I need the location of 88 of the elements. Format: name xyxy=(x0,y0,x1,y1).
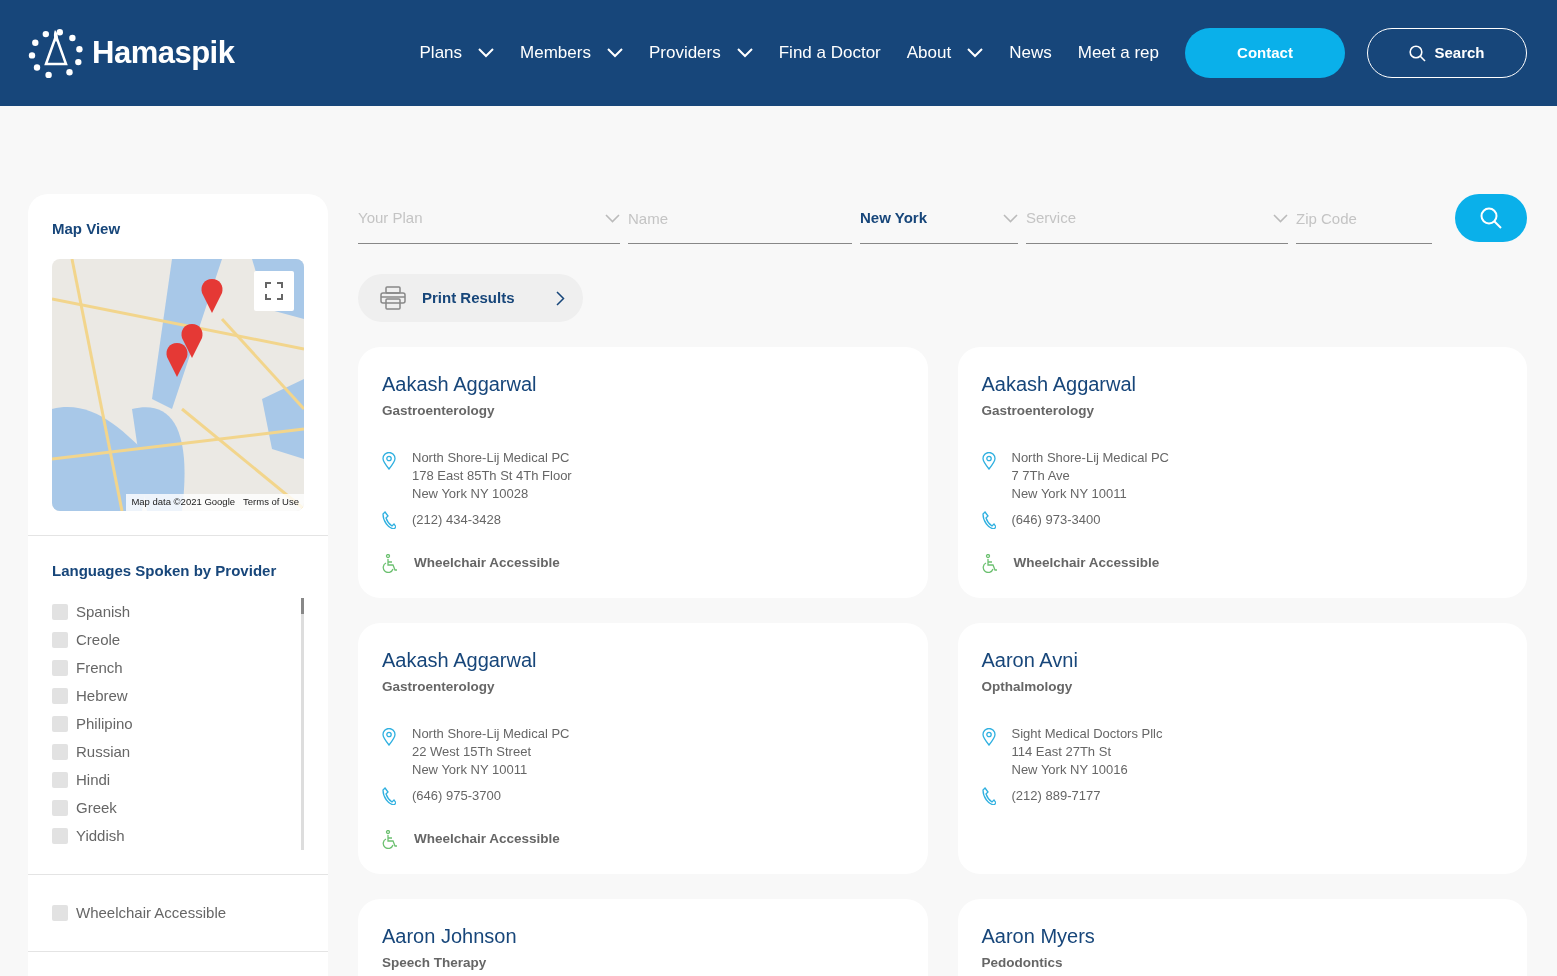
printer-icon xyxy=(380,286,406,310)
checkbox-option[interactable]: French xyxy=(52,654,304,682)
section-title: Languages Spoken by Provider xyxy=(52,560,278,581)
accessibility-label: Wheelchair Accessible xyxy=(1013,554,1160,573)
nav-item[interactable]: Members xyxy=(520,40,623,66)
chevron-right-icon xyxy=(556,290,565,306)
terms-link[interactable]: Terms of Use xyxy=(243,495,299,510)
nav-item[interactable]: News xyxy=(1009,40,1052,66)
wheelchair-icon xyxy=(382,553,398,573)
checkbox[interactable] xyxy=(52,632,68,648)
search-icon xyxy=(1409,44,1427,62)
address-line: New York NY 10016 xyxy=(1011,761,1129,780)
provider-name[interactable]: Aakash Aggarwal xyxy=(981,369,1503,399)
wheelchair-icon xyxy=(382,829,398,849)
phone-icon xyxy=(382,787,396,806)
address-line: New York NY 10011 xyxy=(1011,485,1128,504)
checkbox[interactable] xyxy=(52,772,68,788)
address-line: 22 West 15Th Street xyxy=(412,743,532,762)
search-button[interactable]: Search xyxy=(1367,28,1527,78)
location-icon xyxy=(981,728,996,747)
provider-specialty: Pedodontics xyxy=(981,954,1064,972)
provider-specialty: Gastroenterology xyxy=(382,402,496,420)
accessibility-label: Wheelchair Accessible xyxy=(414,554,560,573)
provider-name[interactable]: Aaron Johnson xyxy=(382,921,904,951)
provider-name[interactable]: Aaron Avni xyxy=(981,645,1503,675)
fullscreen-icon xyxy=(265,281,283,300)
address-line: Sight Medical Doctors Pllc xyxy=(1011,725,1163,744)
print-button[interactable]: Print Results xyxy=(358,274,583,322)
checkbox[interactable] xyxy=(52,905,68,921)
checkbox-option[interactable]: Wheelchair Accessible xyxy=(52,899,304,927)
phone-icon xyxy=(981,787,996,806)
checkbox[interactable] xyxy=(52,828,68,844)
address-line: 114 East 27Th St xyxy=(1011,743,1112,762)
checkbox-option[interactable]: Creole xyxy=(52,626,304,654)
nav-item[interactable]: Providers xyxy=(648,40,753,66)
provider-specialty: Gastroenterology xyxy=(382,678,496,696)
address-line: 7 7Th Ave xyxy=(1011,467,1071,486)
address-line: North Shore-Lij Medical PC xyxy=(412,449,571,468)
address-line: North Shore-Lij Medical PC xyxy=(1011,449,1169,468)
checkbox-option[interactable]: Hindi xyxy=(52,766,304,794)
fullscreen-button[interactable] xyxy=(254,270,294,311)
phone-number[interactable]: (212) 889-7177 xyxy=(1011,787,1101,806)
checkbox-option[interactable]: Russian xyxy=(52,738,304,766)
checkbox[interactable] xyxy=(52,744,68,760)
nav-item[interactable]: About xyxy=(906,40,984,66)
checkbox-option[interactable]: Yiddish xyxy=(52,822,304,850)
provider-name[interactable]: Aaron Myers xyxy=(981,921,1503,951)
brand-name: Hamaspik xyxy=(92,33,235,72)
location-icon xyxy=(981,452,996,471)
phone-icon xyxy=(382,511,396,530)
provider-specialty: Opthalmology xyxy=(981,678,1074,696)
nav-item[interactable]: Meet a rep xyxy=(1077,40,1159,66)
address-line: New York NY 10011 xyxy=(412,761,529,780)
checkbox-option[interactable]: Spanish xyxy=(52,598,304,626)
provider-name[interactable]: Aakash Aggarwal xyxy=(382,645,904,675)
search-button[interactable] xyxy=(1455,194,1527,242)
provider-name[interactable]: Aakash Aggarwal xyxy=(382,369,904,399)
chevron-down-icon xyxy=(1273,214,1288,223)
checkbox-option[interactable]: Greek xyxy=(52,794,304,822)
nav-item[interactable]: Plans xyxy=(419,40,495,66)
checkbox-option[interactable]: Philipino xyxy=(52,710,304,738)
checkbox[interactable] xyxy=(52,660,68,676)
search-icon xyxy=(1480,207,1502,229)
checkbox[interactable] xyxy=(52,604,68,620)
address-line: 178 East 85Th St 4Th Floor xyxy=(412,467,572,486)
phone-number[interactable]: (646) 973-3400 xyxy=(1011,511,1101,530)
wheelchair-icon xyxy=(981,553,998,573)
address-line: North Shore-Lij Medical PC xyxy=(412,725,570,744)
map-attribution: Map data ©2021 Google xyxy=(131,495,236,510)
chevron-down-icon xyxy=(1003,214,1018,223)
phone-number[interactable]: (212) 434-3428 xyxy=(412,511,501,530)
chevron-down-icon xyxy=(605,214,620,223)
checkbox[interactable] xyxy=(52,800,68,816)
checkbox-option[interactable]: Hebrew xyxy=(52,682,304,710)
accessibility-label: Wheelchair Accessible xyxy=(414,830,560,849)
phone-icon xyxy=(981,511,996,530)
select-field[interactable]: New York xyxy=(860,194,1018,244)
phone-number[interactable]: (646) 975-3700 xyxy=(412,787,501,806)
checkbox[interactable] xyxy=(52,688,68,704)
address-line: New York NY 10028 xyxy=(412,485,530,504)
checkbox[interactable] xyxy=(52,716,68,732)
logo-icon xyxy=(28,26,84,80)
nav-item[interactable]: Find a Doctor xyxy=(778,40,881,66)
location-icon xyxy=(382,728,396,747)
location-icon xyxy=(382,452,396,471)
section-title: Map View xyxy=(52,219,122,239)
provider-specialty: Speech Therapy xyxy=(382,954,488,972)
provider-specialty: Gastroenterology xyxy=(981,402,1096,420)
